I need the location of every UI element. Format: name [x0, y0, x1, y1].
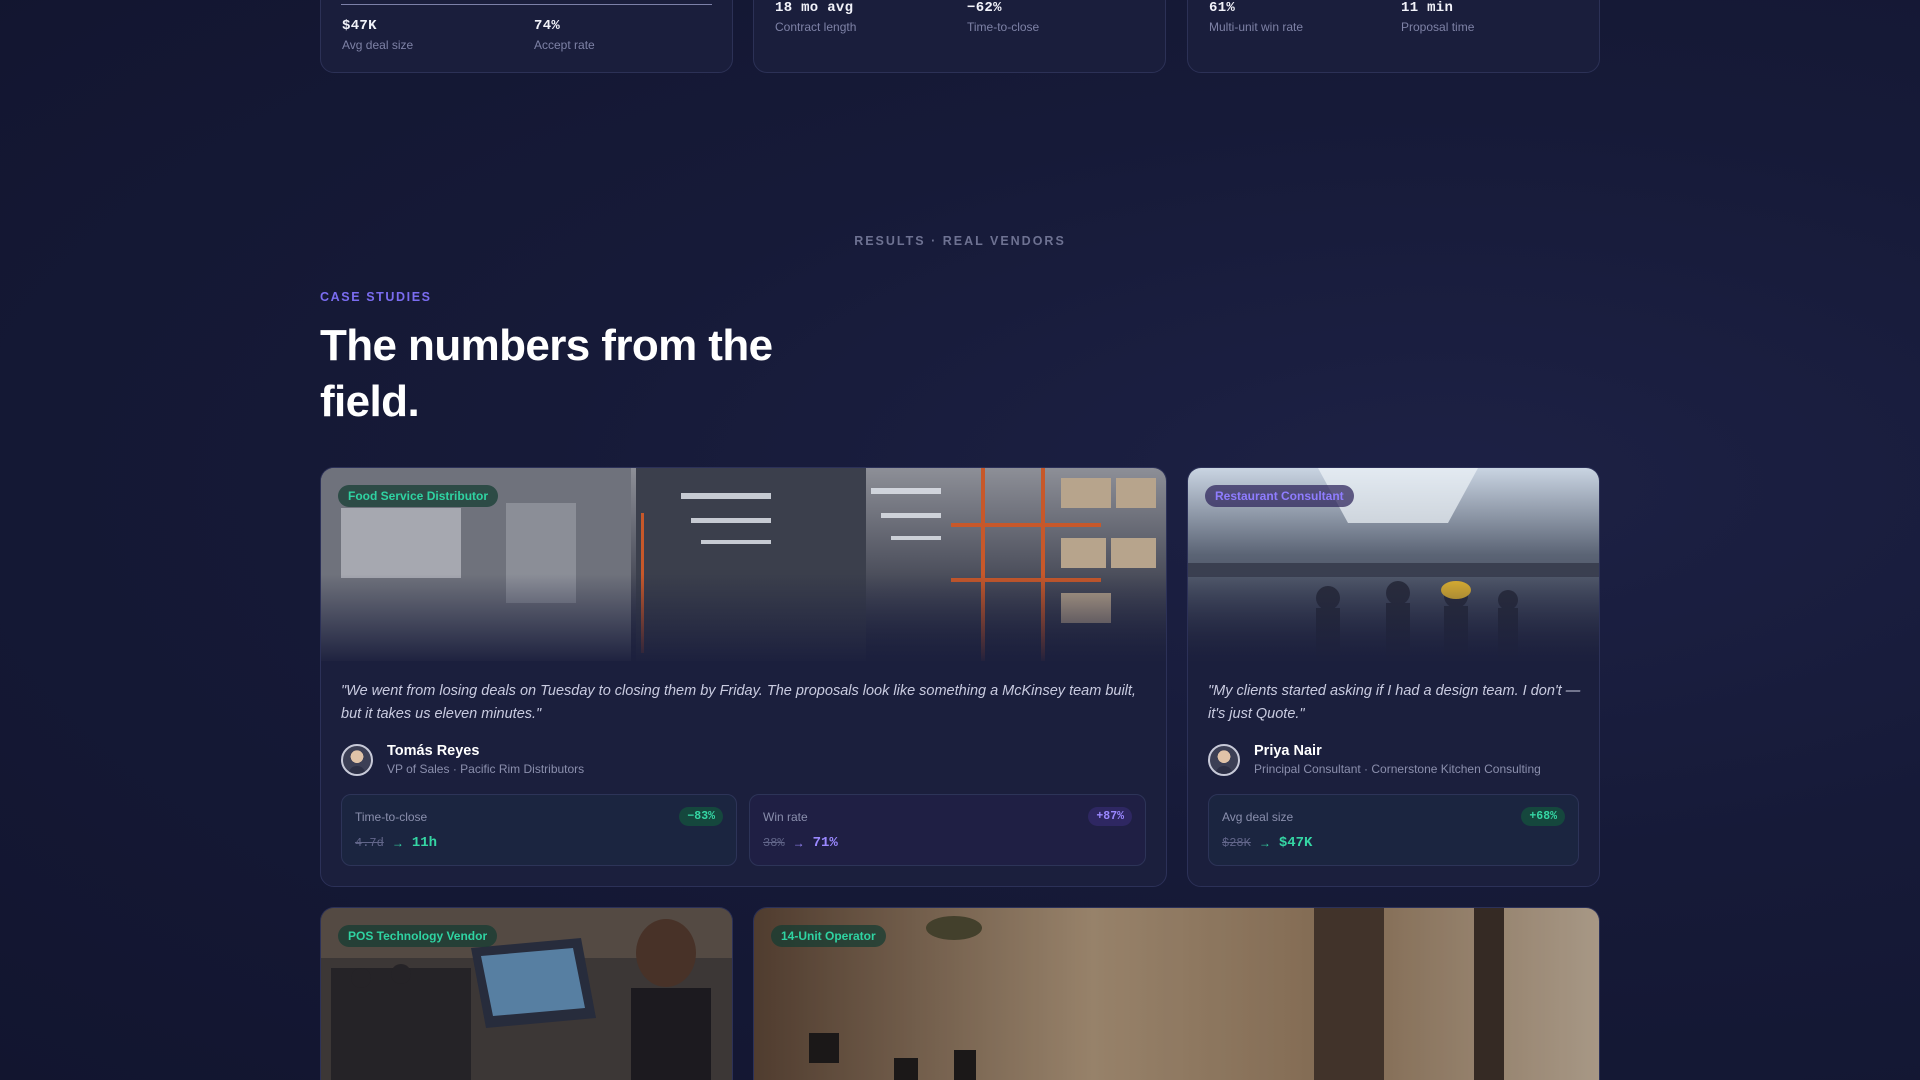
- metric-before: 38%: [763, 836, 785, 850]
- testimonial-quote: "My clients started asking if I had a de…: [1208, 683, 1581, 722]
- arrow-right-icon: →: [792, 836, 805, 850]
- metric-time-to-close: Time-to-close −83% 4.7d → 11h: [341, 794, 737, 866]
- category-tag: POS Technology Vendor: [338, 925, 498, 947]
- arrow-right-icon: →: [391, 836, 404, 850]
- stat-value: 11 min: [1401, 0, 1454, 16]
- case-study-card-food-service[interactable]: Food Service Distributor "We went from l…: [320, 467, 1167, 887]
- stat-accept-rate: 74% Accept rate: [534, 18, 595, 52]
- category-tag: Restaurant Consultant: [1205, 485, 1354, 507]
- avatar-icon: [1208, 743, 1240, 776]
- author-role: VP of Sales · Pacific Rim Distributors: [387, 762, 585, 776]
- divider: [341, 4, 712, 5]
- stat-label: Multi-unit win rate: [1209, 20, 1304, 34]
- author-role: Principal Consultant · Cornerstone Kitch…: [1254, 762, 1541, 776]
- metric-after: 11h: [411, 835, 438, 851]
- stat-card-1: $47K Avg deal size 74% Accept rate: [320, 0, 733, 73]
- case-study-card-restaurant-consultant[interactable]: Restaurant Consultant "My clients starte…: [1187, 467, 1600, 887]
- stat-label: Accept rate: [534, 38, 595, 52]
- section-kicker: RESULTS · REAL VENDORS: [854, 234, 1066, 248]
- stat-label: Avg deal size: [342, 38, 414, 52]
- author-name: Tomás Reyes: [387, 743, 480, 759]
- author: Priya Nair Principal Consultant · Corner…: [1208, 743, 1541, 776]
- arrow-right-icon: →: [1258, 836, 1271, 850]
- category-tag: Food Service Distributor: [338, 485, 499, 507]
- stat-value: $47K: [342, 18, 377, 34]
- section-eyebrow: CASE STUDIES: [320, 290, 432, 304]
- metric-before: 4.7d: [355, 836, 384, 850]
- metric-change-badge: +87%: [1088, 807, 1132, 826]
- stat-card-2: 18 mo avg Contract length −62% Time-to-c…: [753, 0, 1166, 73]
- stat-proposal-time: 11 min Proposal time: [1401, 0, 1474, 34]
- case-study-card-multi-unit-operator[interactable]: 14-Unit Operator: [753, 907, 1600, 1080]
- case-study-card-pos-vendor[interactable]: POS Technology Vendor: [320, 907, 733, 1080]
- avatar-icon: [341, 743, 373, 776]
- stat-value: −62%: [967, 0, 1002, 16]
- stat-time-to-close: −62% Time-to-close: [967, 0, 1039, 34]
- metric-after: $47K: [1278, 835, 1313, 851]
- testimonial-quote: "We went from losing deals on Tuesday to…: [341, 683, 1136, 722]
- metric-change-badge: +68%: [1521, 807, 1565, 826]
- metric-label: Avg deal size: [1222, 810, 1294, 824]
- category-tag: 14-Unit Operator: [771, 925, 886, 947]
- stat-contract-length: 18 mo avg Contract length: [775, 0, 856, 34]
- stat-label: Contract length: [775, 20, 857, 34]
- metric-label: Win rate: [763, 810, 808, 824]
- metric-after: 71%: [812, 835, 838, 851]
- stat-label: Time-to-close: [967, 20, 1040, 34]
- stat-card-3: 61% Multi-unit win rate 11 min Proposal …: [1187, 0, 1600, 73]
- metric-change-badge: −83%: [679, 807, 723, 826]
- metric-win-rate: Win rate +87% 38% → 71%: [749, 794, 1146, 866]
- stat-label: Proposal time: [1401, 20, 1475, 34]
- metric-before: $28K: [1222, 836, 1251, 850]
- stat-value: 18 mo avg: [775, 0, 854, 16]
- stat-value: 74%: [534, 18, 561, 34]
- metric-avg-deal-size: Avg deal size +68% $28K → $47K: [1208, 794, 1579, 866]
- page-title: The numbers from the field.: [320, 321, 773, 426]
- stat-multi-unit-win-rate: 61% Multi-unit win rate: [1209, 0, 1303, 34]
- metric-label: Time-to-close: [355, 810, 428, 824]
- stat-value: 61%: [1209, 0, 1236, 16]
- author: Tomás Reyes VP of Sales · Pacific Rim Di…: [341, 743, 584, 776]
- stat-avg-deal-size: $47K Avg deal size: [342, 18, 413, 52]
- author-name: Priya Nair: [1254, 743, 1322, 759]
